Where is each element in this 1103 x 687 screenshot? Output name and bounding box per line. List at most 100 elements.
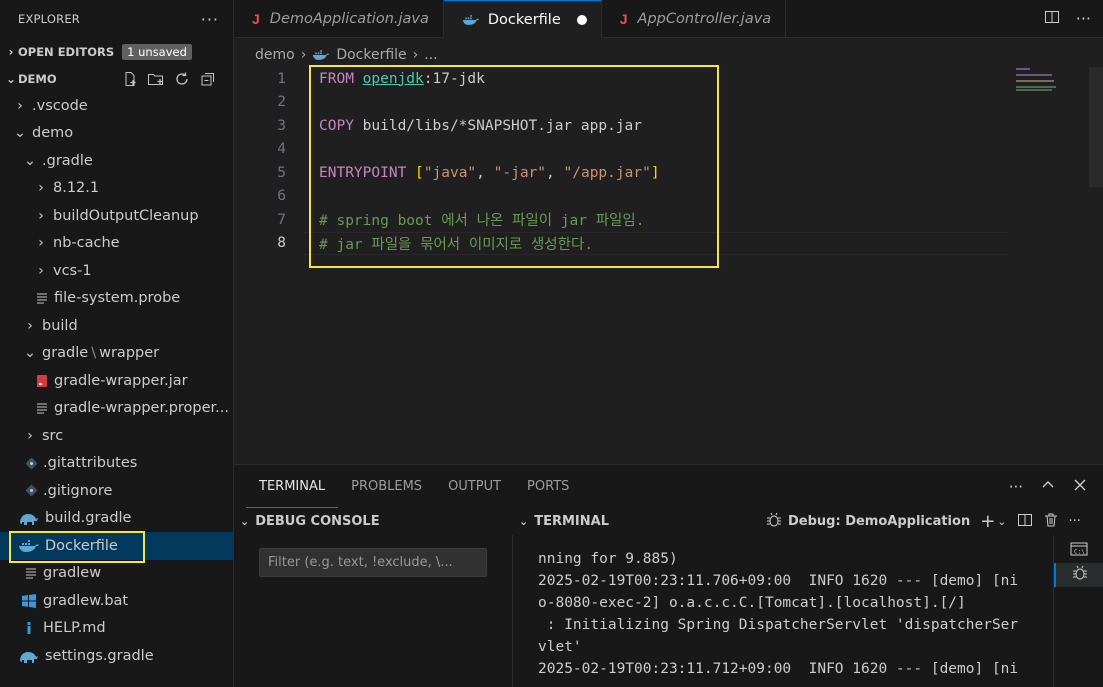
- editor-tabs: J DemoApplication.java Dockerfile J AppC…: [234, 0, 1103, 38]
- code-editor[interactable]: 1 FROM openjdk:17-jdk 2 3 COPY build/lib…: [234, 65, 1103, 464]
- breadcrumb-more[interactable]: ...: [424, 47, 437, 63]
- line-number: 6: [277, 188, 286, 205]
- maximize-panel-icon[interactable]: [1041, 478, 1055, 496]
- tree-item-gradle-wrapper[interactable]: ⌄ gradle \ wrapper: [0, 340, 233, 368]
- tree-item-label: buildOutputCleanup: [53, 207, 199, 224]
- tab-appcontroller[interactable]: J AppController.java: [602, 0, 787, 38]
- explorer-header: EXPLORER ···: [0, 0, 233, 38]
- more-actions-icon[interactable]: ···: [201, 10, 219, 29]
- tree-item-label: .gitattributes: [43, 455, 138, 472]
- panel-tab-terminal[interactable]: TERMINAL: [246, 465, 339, 508]
- chevron-right-icon: ›: [27, 427, 33, 444]
- tree-item-nb-cache[interactable]: › nb-cache: [0, 230, 233, 258]
- tree-item-label: file-system.probe: [54, 290, 181, 307]
- breadcrumb-file[interactable]: Dockerfile: [336, 47, 406, 63]
- file-lines-icon: [35, 290, 49, 306]
- tab-demoapplication[interactable]: J DemoApplication.java: [234, 0, 444, 38]
- file-lines-icon: [35, 400, 49, 416]
- tab-label: DemoApplication.java: [269, 11, 429, 27]
- java-icon: J: [252, 11, 260, 27]
- tree-item-settings-gradle[interactable]: settings.gradle: [0, 642, 233, 670]
- editor-scrollbar[interactable]: [1089, 67, 1103, 187]
- terminal-instance-cmd[interactable]: C:\: [1054, 539, 1103, 563]
- close-icon[interactable]: [1073, 478, 1087, 496]
- chevron-down-icon[interactable]: ⌄: [997, 515, 1006, 528]
- new-folder-icon[interactable]: [147, 70, 165, 88]
- more-actions-icon[interactable]: ···: [1009, 478, 1023, 496]
- tree-item-label: .vscode: [32, 97, 88, 114]
- panel-tab-output[interactable]: OUTPUT: [435, 465, 514, 508]
- line-number: 2: [277, 94, 286, 111]
- new-file-icon[interactable]: [121, 70, 139, 88]
- open-editors-section[interactable]: › OPEN EDITORS 1 unsaved: [0, 38, 233, 65]
- tree-item-build-gradle[interactable]: build.gradle: [0, 505, 233, 533]
- code-line: 5 ENTRYPOINT ["java", "-jar", "/app.jar"…: [234, 161, 1103, 185]
- project-section[interactable]: ⌄ DEMO: [0, 65, 233, 92]
- code-line: 2: [234, 91, 1103, 115]
- minimap[interactable]: [1016, 68, 1076, 98]
- debug-session-selector[interactable]: Debug: DemoApplication: [766, 512, 970, 532]
- tree-item-gradlew-bat[interactable]: gradlew.bat: [0, 587, 233, 615]
- tree-item-vcs-1[interactable]: › vcs-1: [0, 257, 233, 285]
- tree-item-gitignore[interactable]: .gitignore: [0, 477, 233, 505]
- code-line: 1 FROM openjdk:17-jdk: [234, 67, 1103, 91]
- tree-item-demo[interactable]: ⌄ demo: [0, 120, 233, 148]
- terminal-header[interactable]: ⌄ TERMINAL: [513, 514, 609, 529]
- refresh-icon[interactable]: [173, 70, 191, 88]
- unsaved-dot-icon[interactable]: [576, 14, 587, 25]
- image-link[interactable]: openjdk: [363, 71, 424, 87]
- tree-item-buildoutputcleanup[interactable]: › buildOutputCleanup: [0, 202, 233, 230]
- gradle-elephant-icon: [18, 648, 40, 664]
- string-literal: "-jar": [493, 164, 547, 181]
- copy-args: build/libs/*SNAPSHOT.jar app.jar: [353, 117, 643, 134]
- chevron-down-icon: ⌄: [5, 71, 17, 86]
- tree-item-label: wrapper: [99, 345, 160, 362]
- tree-item-8-12-1[interactable]: › 8.12.1: [0, 175, 233, 203]
- tree-item-gitattributes[interactable]: .gitattributes: [0, 450, 233, 478]
- add-terminal-icon[interactable]: +: [980, 511, 995, 532]
- tree-item-label: Dockerfile: [45, 537, 118, 554]
- terminal-output[interactable]: nning for 9.885) 2025-02-19T00:23:11.706…: [538, 551, 1035, 683]
- tree-item-label: .gitignore: [43, 482, 113, 499]
- tree-item-src[interactable]: › src: [0, 422, 233, 450]
- tree-item-gradlew[interactable]: gradlew: [0, 560, 233, 588]
- more-actions-icon[interactable]: ···: [1069, 514, 1081, 529]
- tree-item-dockerfile[interactable]: Dockerfile: [0, 532, 233, 560]
- line-number: 1: [277, 70, 286, 87]
- debug-console-header[interactable]: ⌄ DEBUG CONSOLE: [234, 514, 380, 529]
- bug-icon: [1072, 565, 1088, 585]
- code-line-current: 8 # jar 파일을 묶어서 이미지로 생성한다.: [234, 231, 1103, 255]
- git-icon: [24, 455, 38, 471]
- tree-item-file-system-probe[interactable]: file-system.probe: [0, 285, 233, 313]
- trash-icon[interactable]: [1043, 512, 1059, 532]
- terminal-list: C:\: [1053, 535, 1103, 687]
- debug-filter-input[interactable]: Filter (e.g. text, !exclude, \...: [259, 548, 487, 577]
- terminal-line: 2025-02-19T00:23:11.706+09:00 INFO 1620 …: [538, 573, 1019, 589]
- panel-tab-problems[interactable]: PROBLEMS: [338, 465, 435, 508]
- tree-item-gradle-wrapper-jar[interactable]: gradle-wrapper.jar: [0, 367, 233, 395]
- tree-item-gradle-folder[interactable]: ⌄ .gradle: [0, 147, 233, 175]
- tree-item-gradle-wrapper-properties[interactable]: gradle-wrapper.proper...: [0, 395, 233, 423]
- tree-item-label: gradlew.bat: [43, 592, 129, 609]
- tab-dockerfile[interactable]: Dockerfile: [443, 0, 602, 38]
- tree-item-label: build: [42, 317, 78, 334]
- chevron-right-icon: ›: [300, 47, 307, 63]
- panel-tab-ports[interactable]: PORTS: [514, 465, 582, 508]
- tree-item-vscode[interactable]: › .vscode: [0, 92, 233, 120]
- collapse-all-icon[interactable]: [199, 70, 217, 88]
- tree-item-help-md[interactable]: HELP.md: [0, 615, 233, 643]
- breadcrumb-folder[interactable]: demo: [255, 47, 295, 63]
- tree-item-label: build.gradle: [45, 510, 132, 527]
- terminal-instance-debug[interactable]: [1054, 563, 1103, 587]
- split-editor-icon[interactable]: [1044, 9, 1060, 29]
- explorer-title: EXPLORER: [18, 12, 80, 26]
- tree-item-build[interactable]: › build: [0, 312, 233, 340]
- split-terminal-icon[interactable]: [1017, 512, 1033, 532]
- debug-console-label: DEBUG CONSOLE: [255, 514, 380, 529]
- tab-label: Dockerfile: [487, 11, 561, 28]
- terminal-line: : Initializing Spring DispatcherServlet …: [538, 617, 1019, 633]
- bracket-close: ]: [650, 164, 660, 181]
- more-actions-icon[interactable]: ···: [1076, 9, 1091, 28]
- string-literal: "java": [423, 164, 477, 181]
- code-line: 6: [234, 185, 1103, 209]
